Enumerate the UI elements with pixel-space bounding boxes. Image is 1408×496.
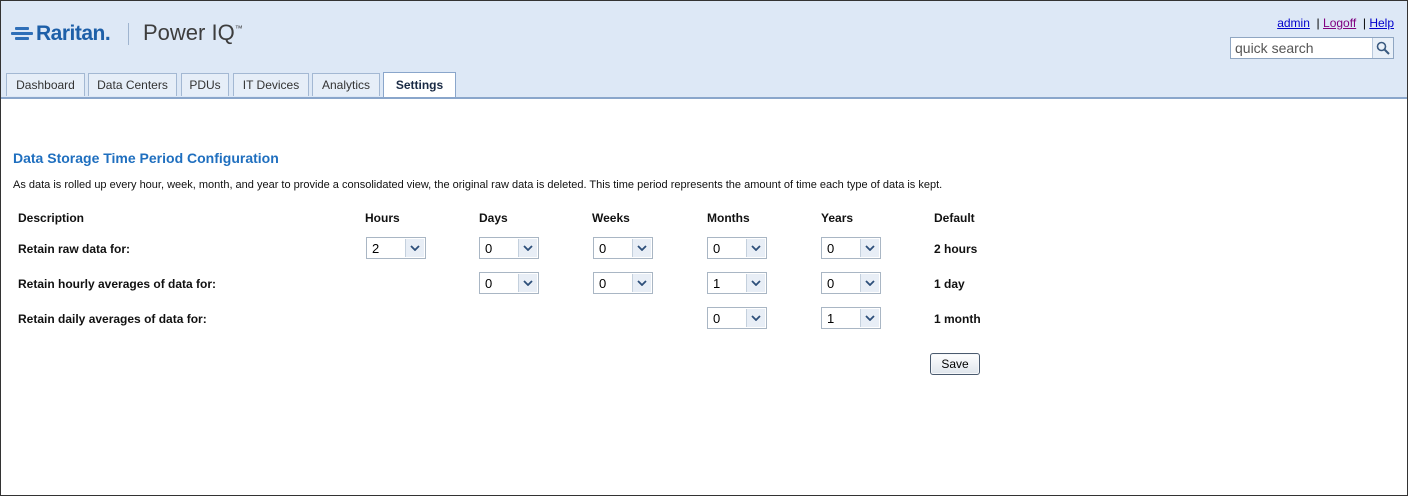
raw-weeks-select[interactable]: 0	[593, 237, 653, 259]
page-description: As data is rolled up every hour, week, m…	[13, 179, 943, 191]
row-label-raw-data: Retain raw data for:	[18, 242, 131, 256]
logoff-link[interactable]: Logoff	[1323, 16, 1356, 30]
top-links: admin | Logoff | Help	[1277, 16, 1394, 30]
tab-data-centers[interactable]: Data Centers	[88, 73, 177, 96]
daily-years-select[interactable]: 1	[821, 307, 881, 329]
tab-dashboard[interactable]: Dashboard	[6, 73, 85, 96]
chevron-down-icon	[518, 274, 537, 292]
hourly-default-value: 1 day	[934, 277, 965, 291]
raw-months-select[interactable]: 0	[707, 237, 767, 259]
help-link[interactable]: Help	[1369, 16, 1394, 30]
column-header-hours: Hours	[365, 211, 400, 225]
product-name: Power IQ™	[143, 20, 243, 45]
row-label-hourly-averages: Retain hourly averages of data for:	[18, 277, 217, 291]
hourly-days-select[interactable]: 0	[479, 272, 539, 294]
save-button[interactable]: Save	[930, 353, 980, 375]
search-button[interactable]	[1372, 38, 1393, 58]
raw-years-select[interactable]: 0	[821, 237, 881, 259]
chevron-down-icon	[746, 239, 765, 257]
chevron-down-icon	[746, 274, 765, 292]
tab-pdus[interactable]: PDUs	[181, 73, 229, 96]
app-window: Raritan. Power IQ™ admin | Logoff | Help…	[0, 0, 1408, 496]
chevron-down-icon	[860, 239, 879, 257]
column-header-description: Description	[18, 211, 85, 225]
tab-settings[interactable]: Settings	[383, 72, 456, 97]
raw-days-select[interactable]: 0	[479, 237, 539, 259]
column-header-weeks: Weeks	[592, 211, 630, 225]
main-tabs: Dashboard Data Centers PDUs IT Devices A…	[1, 71, 1407, 99]
header: Raritan. Power IQ™ admin | Logoff | Help	[1, 1, 1407, 72]
chevron-down-icon	[632, 274, 651, 292]
admin-link[interactable]: admin	[1277, 16, 1310, 30]
trademark: ™	[234, 24, 243, 33]
chevron-down-icon	[405, 239, 424, 257]
column-header-days: Days	[479, 211, 508, 225]
quick-search-box	[1230, 37, 1394, 59]
search-icon	[1376, 41, 1390, 55]
daily-default-value: 1 month	[934, 312, 981, 326]
chevron-down-icon	[518, 239, 537, 257]
tab-analytics[interactable]: Analytics	[312, 73, 380, 96]
daily-months-select[interactable]: 0	[707, 307, 767, 329]
raw-hours-select[interactable]: 2	[366, 237, 426, 259]
link-separator: |	[1362, 16, 1366, 30]
hourly-weeks-select[interactable]: 0	[593, 272, 653, 294]
logo-text: Raritan.	[36, 22, 111, 45]
raritan-logo: Raritan.	[11, 21, 111, 47]
chevron-down-icon	[632, 239, 651, 257]
raw-default-value: 2 hours	[934, 242, 978, 256]
tab-it-devices[interactable]: IT Devices	[233, 73, 309, 96]
chevron-down-icon	[860, 309, 879, 327]
quick-search-input[interactable]	[1231, 38, 1375, 58]
page-title: Data Storage Time Period Configuration	[13, 150, 279, 166]
logo-divider	[128, 23, 129, 45]
chevron-down-icon	[746, 309, 765, 327]
logo-mark-icon	[11, 25, 33, 43]
row-label-daily-averages: Retain daily averages of data for:	[18, 312, 207, 326]
column-header-years: Years	[821, 211, 854, 225]
hourly-months-select[interactable]: 1	[707, 272, 767, 294]
column-header-months: Months	[707, 211, 750, 225]
link-separator: |	[1316, 16, 1320, 30]
column-header-default: Default	[934, 211, 975, 225]
chevron-down-icon	[860, 274, 879, 292]
hourly-years-select[interactable]: 0	[821, 272, 881, 294]
